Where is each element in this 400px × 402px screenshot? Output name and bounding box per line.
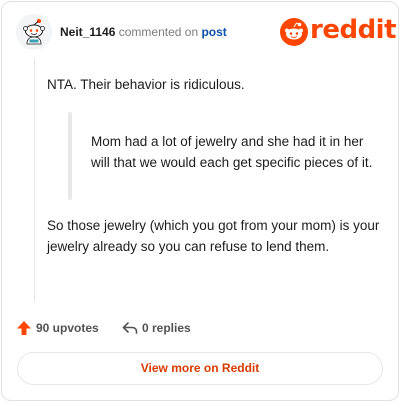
thread-line <box>34 58 35 302</box>
avatar[interactable] <box>16 14 52 50</box>
username-link[interactable]: Neit_1146 <box>60 25 115 39</box>
commented-on-text: commented on <box>118 25 199 39</box>
comment-card <box>1 1 399 401</box>
upvote-count: 90 upvotes <box>36 321 99 335</box>
reply-button[interactable]: 0 replies <box>122 320 191 336</box>
reply-count: 0 replies <box>142 321 191 335</box>
reply-arrow-icon <box>122 322 138 334</box>
blockquote-text: Mom had a lot of jewelry and she had it … <box>91 134 373 170</box>
blockquote-bar <box>68 112 72 200</box>
reddit-wordmark: reddit <box>310 15 397 45</box>
snoo-avatar-icon <box>16 14 52 50</box>
reddit-logo[interactable]: reddit <box>280 15 397 46</box>
comment-header: Neit_1146 commented on post reddit <box>16 14 397 50</box>
upvote-arrow-icon <box>17 321 31 335</box>
reddit-snoo-icon <box>280 18 308 46</box>
upvote-button[interactable]: 90 upvotes <box>16 320 99 336</box>
comment-paragraph-2: So those jewelry (which you got from you… <box>47 218 380 254</box>
post-link[interactable]: post <box>201 25 226 39</box>
comment-meta: Neit_1146 commented on post <box>60 25 227 39</box>
view-more-button[interactable]: View more on Reddit <box>17 352 383 385</box>
comment-paragraph-1: NTA. Their behavior is ridiculous. <box>47 77 245 92</box>
